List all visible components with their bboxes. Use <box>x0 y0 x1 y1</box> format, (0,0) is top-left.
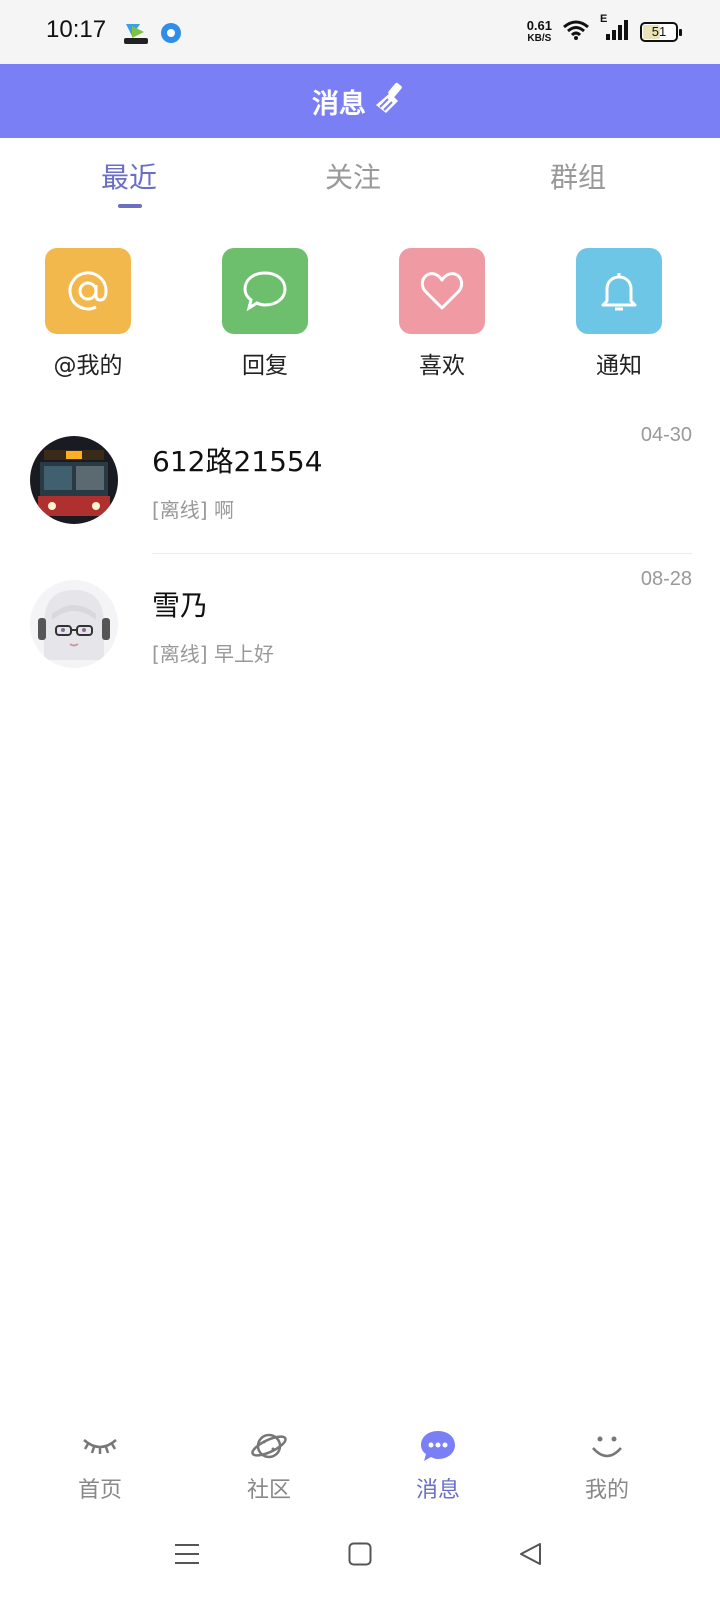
nav-home[interactable]: 首页 <box>30 1424 170 1504</box>
browser-app-icon <box>160 22 182 48</box>
home-square-icon[interactable] <box>348 1542 372 1570</box>
chat-bubble-icon[interactable] <box>222 248 308 334</box>
conversation-item[interactable]: 612路21554 [离线] 啊 04-30 <box>0 410 720 554</box>
broom-icon[interactable] <box>372 81 408 121</box>
conversation-list: 612路21554 [离线] 啊 04-30 雪乃 [离线] 早上好 08-28 <box>0 410 720 698</box>
signal-type-label: E <box>600 13 608 25</box>
planet-icon <box>199 1424 339 1468</box>
net-speed-unit: KB/S <box>527 33 552 44</box>
net-speed: 0.61 KB/S <box>527 19 552 45</box>
signal-icon: E <box>600 13 630 45</box>
conversation-item[interactable]: 雪乃 [离线] 早上好 08-28 <box>0 554 720 698</box>
eye-closed-icon <box>30 1424 170 1468</box>
heart-icon[interactable] <box>399 248 485 334</box>
conversation-time: 04-30 <box>640 424 692 446</box>
status-bar: 10:17 0.61 KB/S E 51 <box>0 0 720 64</box>
nav-label: 首页 <box>77 1478 122 1503</box>
conversation-preview: [离线] 啊 <box>152 498 234 522</box>
tab-groups[interactable]: 群组 <box>518 156 638 196</box>
back-triangle-icon[interactable] <box>518 1542 542 1570</box>
quick-action-label: 通知 <box>596 353 642 379</box>
nav-label: 消息 <box>415 1478 460 1503</box>
nav-label: 我的 <box>584 1478 629 1503</box>
menu-icon[interactable] <box>174 1542 200 1570</box>
avatar[interactable] <box>30 436 118 524</box>
bottom-nav: 首页 社区 消息 我的 <box>0 1424 720 1514</box>
nav-community[interactable]: 社区 <box>199 1424 339 1504</box>
net-speed-value: 0.61 <box>526 18 552 33</box>
nav-profile[interactable]: 我的 <box>537 1424 677 1504</box>
avatar[interactable] <box>30 580 118 668</box>
quick-action-mentions[interactable]: @我的 <box>18 248 158 380</box>
quick-action-label: 喜欢 <box>419 353 465 379</box>
tab-following[interactable]: 关注 <box>293 156 413 196</box>
system-nav-bar <box>0 1516 720 1600</box>
conversation-name: 雪乃 <box>152 589 209 622</box>
bell-icon[interactable] <box>576 248 662 334</box>
app-header: 消息 <box>0 64 720 138</box>
status-time: 10:17 <box>46 16 107 43</box>
video-app-icon <box>122 20 150 50</box>
wifi-icon <box>562 19 590 45</box>
tab-bar: 最近 关注 群组 <box>0 138 720 218</box>
page-title: 消息 <box>312 88 366 120</box>
status-right: 0.61 KB/S E 51 <box>527 13 682 50</box>
smile-icon <box>537 1424 677 1468</box>
nav-label: 社区 <box>246 1478 291 1503</box>
quick-action-label: @我的 <box>53 353 123 379</box>
message-bubble-icon <box>368 1424 508 1468</box>
battery-text: 51 <box>651 24 667 39</box>
quick-actions: @我的 回复 喜欢 通知 <box>0 248 720 380</box>
quick-action-notifications[interactable]: 通知 <box>549 248 689 380</box>
at-icon[interactable] <box>45 248 131 334</box>
quick-action-likes[interactable]: 喜欢 <box>372 248 512 380</box>
quick-action-replies[interactable]: 回复 <box>195 248 335 380</box>
conversation-name: 612路21554 <box>152 445 323 478</box>
tab-indicator <box>118 204 142 208</box>
battery-indicator: 51 <box>640 22 682 42</box>
quick-action-label: 回复 <box>242 353 288 379</box>
tab-recent[interactable]: 最近 <box>69 156 189 196</box>
conversation-time: 08-28 <box>640 568 692 590</box>
conversation-preview: [离线] 早上好 <box>152 642 274 666</box>
nav-messages[interactable]: 消息 <box>368 1424 508 1504</box>
